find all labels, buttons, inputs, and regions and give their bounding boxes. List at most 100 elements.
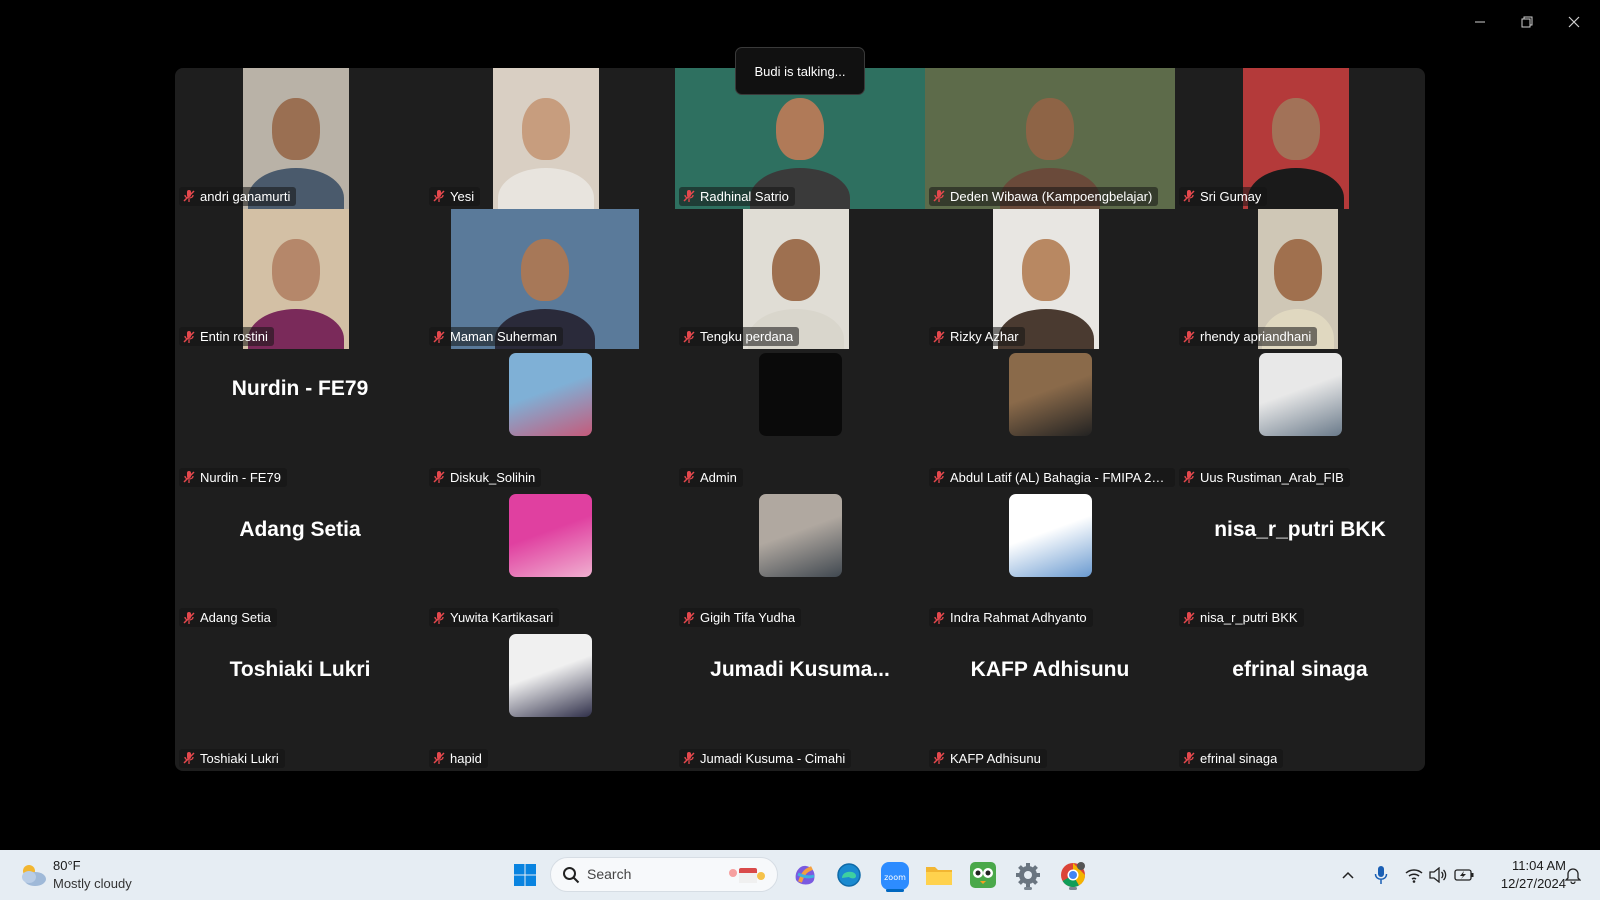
muted-mic-icon [1182, 751, 1196, 765]
participant-name: Adang Setia [200, 610, 271, 626]
zoom-running-indicator [886, 889, 904, 892]
participant-tile[interactable]: Yuwita Kartikasari [425, 490, 675, 631]
minimize-button[interactable] [1460, 10, 1500, 34]
clock-time[interactable]: 11:04 AM [1488, 858, 1566, 873]
muted-mic-icon [182, 189, 196, 203]
participant-name: Abdul Latif (AL) Bahagia - FMIPA 2001 [950, 469, 1169, 485]
muted-mic-icon [182, 751, 196, 765]
zoom-app-icon[interactable]: zoom [877, 858, 913, 894]
muted-mic-icon [932, 189, 946, 203]
weather-desc[interactable]: Mostly cloudy [53, 876, 132, 891]
participant-name-bar: Deden Wibawa (Kampoengbelajar) [929, 186, 1159, 206]
participant-name: nisa_r_putri BKK [1200, 610, 1298, 626]
restore-button[interactable] [1507, 10, 1547, 34]
participant-tile[interactable]: Tengku perdana [675, 208, 925, 350]
participant-tile[interactable]: hapid [425, 630, 675, 771]
participant-name: Radhinal Satrio [700, 188, 789, 204]
talking-indicator: Budi is talking... [735, 47, 865, 95]
participant-name: Entin rostini [200, 329, 268, 345]
participant-name-bar: Toshiaki Lukri [179, 748, 285, 768]
participant-tile[interactable]: Maman Suherman [425, 208, 675, 350]
copilot-icon[interactable] [788, 858, 822, 892]
participant-name-bar: rhendy apriandhani [1179, 327, 1318, 347]
participant-tile[interactable]: Jumadi Kusuma... Jumadi Kusuma - Cimahi [675, 630, 925, 771]
participant-name-bar: Uus Rustiman_Arab_FIB [1179, 467, 1350, 487]
participant-name: Admin [700, 469, 737, 485]
participant-tile[interactable]: Sri Gumay [1175, 68, 1425, 209]
participant-name-bar: Radhinal Satrio [679, 186, 795, 206]
close-button[interactable] [1554, 10, 1594, 34]
muted-mic-icon [432, 751, 446, 765]
participant-tile[interactable]: Entin rostini [175, 208, 425, 350]
participant-name: efrinal sinaga [1200, 750, 1278, 766]
participant-tile[interactable]: rhendy apriandhani [1175, 208, 1425, 350]
settings-running-indicator [1024, 887, 1032, 890]
edge-browser-icon[interactable] [832, 858, 866, 892]
participant-name-bar: andri ganamurti [179, 186, 297, 206]
participant-name-bar: Gigih Tifa Yudha [679, 608, 802, 628]
participant-name-bar: Nurdin - FE79 [179, 467, 287, 487]
participant-name: rhendy apriandhani [1200, 329, 1312, 345]
participant-name: Nurdin - FE79 [200, 469, 281, 485]
participant-name: Tengku perdana [700, 329, 794, 345]
cloud-sun-icon[interactable] [18, 860, 48, 890]
file-explorer-icon[interactable] [922, 858, 956, 892]
participant-name-bar: Jumadi Kusuma - Cimahi [679, 748, 852, 768]
participant-name-bar: Adang Setia [179, 608, 277, 628]
chevron-up-icon[interactable] [1337, 864, 1359, 886]
participant-tile[interactable]: Yesi [425, 68, 675, 209]
participant-tile[interactable]: Rizky Azhar [925, 208, 1175, 350]
muted-mic-icon [182, 330, 196, 344]
participant-tile[interactable]: Uus Rustiman_Arab_FIB [1175, 349, 1425, 490]
wifi-icon[interactable] [1403, 864, 1425, 886]
participant-tile[interactable]: Admin [675, 349, 925, 490]
participant-name-bar: Admin [679, 467, 743, 487]
microphone-icon[interactable] [1370, 863, 1392, 887]
search-icon [562, 866, 580, 888]
participant-name-bar: KAFP Adhisunu [929, 748, 1047, 768]
participant-name: Yuwita Kartikasari [450, 610, 554, 626]
participant-name: Rizky Azhar [950, 329, 1019, 345]
taskbar-search-box[interactable]: Search [550, 857, 778, 892]
participant-name-bar: efrinal sinaga [1179, 748, 1284, 768]
muted-mic-icon [932, 611, 946, 625]
clock-date[interactable]: 12/27/2024 [1488, 876, 1566, 891]
chrome-browser-icon[interactable] [1056, 858, 1090, 892]
participant-display-name: Adang Setia [239, 517, 361, 541]
participant-name-bar: Rizky Azhar [929, 327, 1025, 347]
search-label: Search [587, 866, 632, 882]
participant-tile[interactable]: Indra Rahmat Adhyanto [925, 490, 1175, 631]
participant-name-bar: Yuwita Kartikasari [429, 608, 560, 628]
muted-mic-icon [932, 751, 946, 765]
notification-bell-icon[interactable] [1562, 864, 1584, 886]
muted-mic-icon [432, 470, 446, 484]
participant-tile[interactable]: Adang Setia Adang Setia [175, 490, 425, 631]
participant-tile[interactable]: Toshiaki Lukri Toshiaki Lukri [175, 630, 425, 771]
muted-mic-icon [1182, 611, 1196, 625]
participant-tile[interactable]: Gigih Tifa Yudha [675, 490, 925, 631]
taskbar: 80°F Mostly cloudy Search zoom 11:04 AM … [0, 850, 1600, 900]
participant-name: Jumadi Kusuma - Cimahi [700, 750, 846, 766]
participant-tile[interactable]: nisa_r_putri BKK nisa_r_putri BKK [1175, 490, 1425, 631]
participant-tile[interactable]: KAFP Adhisunu KAFP Adhisunu [925, 630, 1175, 771]
volume-icon[interactable] [1427, 864, 1449, 886]
muted-mic-icon [682, 751, 696, 765]
chrome-running-indicator [1069, 887, 1077, 890]
participant-tile[interactable]: Deden Wibawa (Kampoengbelajar) [925, 68, 1175, 209]
settings-gear-icon[interactable] [1011, 858, 1045, 892]
start-button[interactable] [508, 858, 542, 892]
participant-name-bar: nisa_r_putri BKK [1179, 608, 1304, 628]
participant-name-bar: Maman Suherman [429, 327, 563, 347]
participant-tile[interactable]: efrinal sinaga efrinal sinaga [1175, 630, 1425, 771]
participant-name: KAFP Adhisunu [950, 750, 1041, 766]
participant-tile[interactable]: andri ganamurti [175, 68, 425, 209]
participant-tile[interactable]: Abdul Latif (AL) Bahagia - FMIPA 2001 [925, 349, 1175, 490]
muted-mic-icon [432, 330, 446, 344]
owl-app-icon[interactable] [966, 858, 1000, 892]
participant-tile[interactable]: Nurdin - FE79 Nurdin - FE79 [175, 349, 425, 490]
muted-mic-icon [432, 189, 446, 203]
weather-temp[interactable]: 80°F [53, 858, 81, 873]
svg-text:zoom: zoom [884, 873, 906, 882]
battery-charging-icon[interactable] [1452, 864, 1476, 886]
participant-tile[interactable]: Diskuk_Solihin [425, 349, 675, 490]
